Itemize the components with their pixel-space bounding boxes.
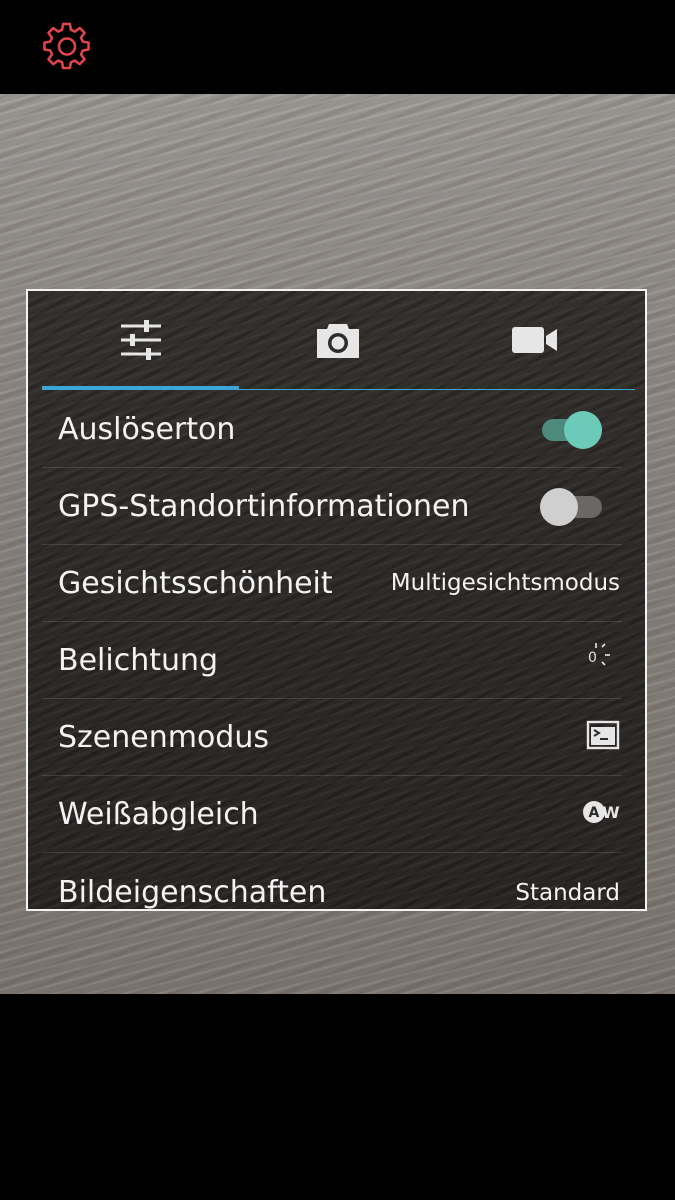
- setting-label: Bildeigenschaften: [58, 875, 327, 910]
- video-camera-icon: [511, 327, 557, 353]
- sliders-icon: [120, 320, 161, 360]
- setting-label: Weißabgleich: [58, 796, 259, 832]
- setting-image-properties[interactable]: Bildeigenschaften Standard: [42, 853, 622, 910]
- setting-white-balance[interactable]: Weißabgleich A W: [42, 776, 622, 853]
- selected-tab-indicator: [42, 386, 239, 390]
- shutter-sound-toggle[interactable]: [542, 409, 602, 449]
- settings-tabs: [42, 291, 635, 389]
- gps-toggle[interactable]: [540, 486, 602, 526]
- svg-text:A: A: [589, 805, 600, 821]
- exposure-value: 0: [588, 650, 597, 666]
- toggle-knob: [540, 488, 578, 526]
- settings-panel: Auslöserton GPS-Standortinformationen Ge…: [26, 289, 647, 911]
- tab-photo-settings[interactable]: [239, 291, 436, 389]
- setting-value: Multigesichtsmodus: [390, 570, 620, 596]
- setting-value: Standard: [515, 880, 620, 906]
- setting-gps[interactable]: GPS-Standortinformationen: [42, 468, 622, 545]
- svg-text:W: W: [602, 803, 620, 822]
- top-bar: [0, 0, 675, 94]
- scene-mode-icon: [586, 720, 620, 754]
- bottom-bar: [0, 994, 675, 1200]
- gear-icon[interactable]: [42, 22, 92, 72]
- setting-face-beauty[interactable]: Gesichtsschönheit Multigesichtsmodus: [42, 545, 622, 622]
- camera-icon: [316, 324, 359, 358]
- setting-label: Belichtung: [58, 642, 219, 678]
- setting-label: GPS-Standortinformationen: [58, 488, 470, 524]
- setting-label: Auslöserton: [58, 411, 236, 447]
- camera-screen: Auslöserton GPS-Standortinformationen Ge…: [0, 0, 675, 1200]
- setting-label: Gesichtsschönheit: [58, 565, 333, 601]
- toggle-knob: [564, 411, 602, 449]
- setting-shutter-sound[interactable]: Auslöserton: [42, 391, 622, 468]
- setting-scene-mode[interactable]: Szenenmodus: [42, 699, 622, 776]
- setting-exposure[interactable]: Belichtung 0: [42, 622, 622, 699]
- tab-video-settings[interactable]: [436, 291, 633, 389]
- exposure-icon: 0: [584, 641, 616, 679]
- setting-label: Szenenmodus: [58, 719, 269, 755]
- auto-white-balance-icon: A W: [582, 798, 622, 830]
- settings-list[interactable]: Auslöserton GPS-Standortinformationen Ge…: [42, 391, 622, 910]
- tab-general-settings[interactable]: [42, 291, 239, 389]
